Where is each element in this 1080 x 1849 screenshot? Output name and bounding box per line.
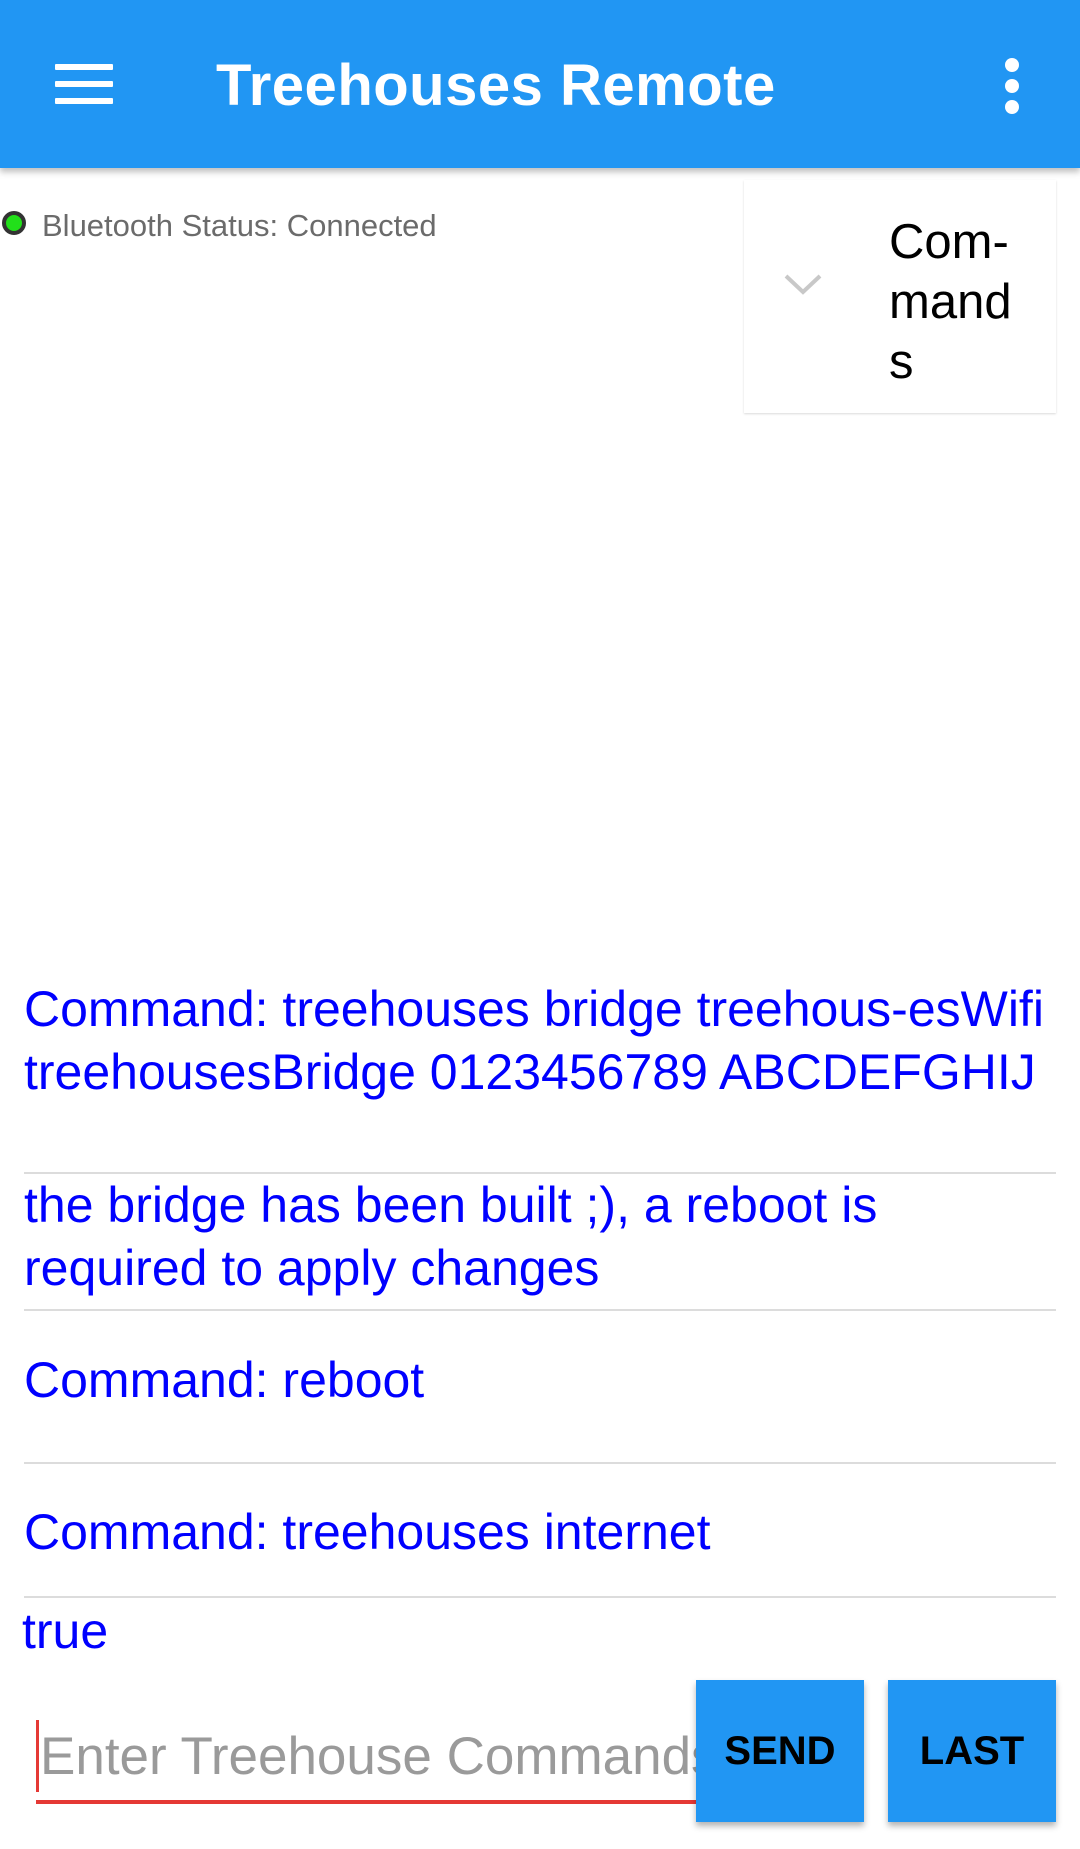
command-input[interactable] (40, 1712, 696, 1800)
console-row: Command: treehouses bridge treehous-esWi… (24, 978, 1056, 1174)
command-input-field[interactable] (36, 1712, 696, 1804)
bluetooth-status: Bluetooth Status: Connected (0, 206, 437, 246)
text-cursor (36, 1720, 39, 1792)
console-row: the bridge has been built ;), a reboot i… (24, 1174, 1056, 1311)
app-title: Treehouses Remote (216, 53, 776, 118)
send-button[interactable]: SEND (696, 1680, 864, 1822)
status-indicator-dot (2, 211, 26, 235)
console-row: Command: reboot (24, 1311, 1056, 1464)
console-row: true (22, 1603, 109, 1659)
commands-dropdown[interactable]: Com-mand s (744, 180, 1056, 413)
console-row: Command: treehouses internet (24, 1466, 1056, 1598)
bluetooth-status-label: Bluetooth Status: Connected (42, 208, 437, 243)
last-button[interactable]: LAST (888, 1680, 1056, 1822)
chevron-down-icon (784, 274, 822, 295)
commands-dropdown-selected: Com-mand s (889, 215, 1012, 389)
hamburger-menu-icon[interactable] (55, 64, 113, 104)
more-vert-icon[interactable] (1000, 56, 1024, 116)
app-bar: Treehouses Remote (0, 0, 1080, 168)
